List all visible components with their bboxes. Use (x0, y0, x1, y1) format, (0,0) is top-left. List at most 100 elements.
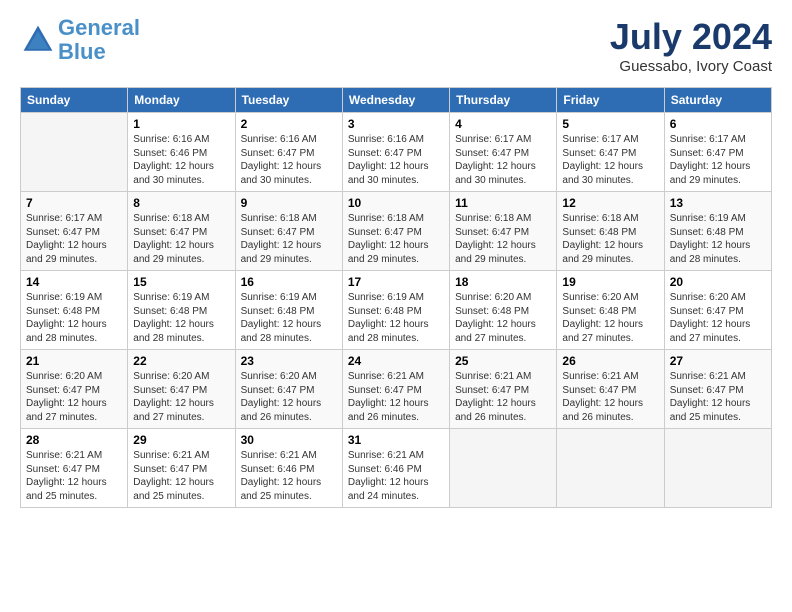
day-number: 2 (241, 117, 337, 131)
calendar-cell: 20Sunrise: 6:20 AM Sunset: 6:47 PM Dayli… (664, 271, 771, 350)
calendar-cell: 17 Sunrise: 6:19 AM Sunset: 6:48 PM Dayli… (342, 271, 449, 350)
day-number: 15 (133, 275, 229, 289)
day-info: Sunrise: 6:19 AM Sunset: 6:48 PM Dayligh… (670, 212, 766, 266)
day-number: 17 (348, 275, 444, 289)
day-number: 14 (26, 275, 122, 289)
day-info: Sunrise: 6:19 AM Sunset: 6:48 PM Dayligh… (26, 291, 122, 345)
calendar-cell (450, 429, 557, 508)
day-number: 18 (455, 275, 551, 289)
day-info: Sunrise: 6:16 AM Sunset: 6:47 PM Dayligh… (241, 133, 337, 187)
calendar-week-5: 28 Sunrise: 6:21 AM Sunset: 6:47 PM Dayli… (21, 429, 772, 508)
weekday-header-sunday: Sunday (21, 88, 128, 113)
calendar-cell: 22 Sunrise: 6:20 AM Sunset: 6:47 PM Dayli… (128, 350, 235, 429)
calendar-cell: 1 Sunrise: 6:16 AM Sunset: 6:46 PM Daylig… (128, 113, 235, 192)
calendar-cell: 13 Sunrise: 6:19 AM Sunset: 6:48 PM Dayli… (664, 192, 771, 271)
calendar-cell: 8Sunrise: 6:18 AM Sunset: 6:47 PM Daylig… (128, 192, 235, 271)
day-number: 31 (348, 433, 444, 447)
day-number: 3 (348, 117, 444, 131)
day-info: Sunrise: 6:20 AM Sunset: 6:47 PM Dayligh… (133, 370, 229, 424)
day-info: Sunrise: 6:21 AM Sunset: 6:47 PM Dayligh… (348, 370, 444, 424)
day-number: 16 (241, 275, 337, 289)
day-info: Sunrise: 6:21 AM Sunset: 6:47 PM Dayligh… (26, 449, 122, 503)
calendar-cell: 19 Sunrise: 6:20 AM Sunset: 6:48 PM Dayli… (557, 271, 664, 350)
calendar-cell: 21Sunrise: 6:20 AM Sunset: 6:47 PM Dayli… (21, 350, 128, 429)
calendar-cell: 29 Sunrise: 6:21 AM Sunset: 6:47 PM Dayli… (128, 429, 235, 508)
weekday-header-monday: Monday (128, 88, 235, 113)
day-number: 25 (455, 354, 551, 368)
calendar-cell: 23Sunrise: 6:20 AM Sunset: 6:47 PM Dayli… (235, 350, 342, 429)
calendar-week-3: 14 Sunrise: 6:19 AM Sunset: 6:48 PM Dayli… (21, 271, 772, 350)
calendar-cell: 31 Sunrise: 6:21 AM Sunset: 6:46 PM Dayli… (342, 429, 449, 508)
weekday-header-thursday: Thursday (450, 88, 557, 113)
calendar-week-1: 1 Sunrise: 6:16 AM Sunset: 6:46 PM Daylig… (21, 113, 772, 192)
calendar-cell: 26 Sunrise: 6:21 AM Sunset: 6:47 PM Dayli… (557, 350, 664, 429)
day-info: Sunrise: 6:21 AM Sunset: 6:47 PM Dayligh… (670, 370, 766, 424)
weekday-header-wednesday: Wednesday (342, 88, 449, 113)
location: Guessabo, Ivory Coast (610, 58, 772, 75)
calendar-week-4: 21Sunrise: 6:20 AM Sunset: 6:47 PM Dayli… (21, 350, 772, 429)
day-number: 8 (133, 196, 229, 210)
calendar-cell: 16 Sunrise: 6:19 AM Sunset: 6:48 PM Dayli… (235, 271, 342, 350)
day-number: 7 (26, 196, 122, 210)
calendar-cell: 25 Sunrise: 6:21 AM Sunset: 6:47 PM Dayli… (450, 350, 557, 429)
day-info: Sunrise: 6:20 AM Sunset: 6:48 PM Dayligh… (562, 291, 658, 345)
weekday-header-row: SundayMondayTuesdayWednesdayThursdayFrid… (21, 88, 772, 113)
day-info: Sunrise: 6:20 AM Sunset: 6:47 PM Dayligh… (26, 370, 122, 424)
day-info: Sunrise: 6:20 AM Sunset: 6:47 PM Dayligh… (241, 370, 337, 424)
day-number: 28 (26, 433, 122, 447)
weekday-header-friday: Friday (557, 88, 664, 113)
day-info: Sunrise: 6:18 AM Sunset: 6:47 PM Dayligh… (241, 212, 337, 266)
calendar-table: SundayMondayTuesdayWednesdayThursdayFrid… (20, 87, 772, 508)
calendar-cell: 28 Sunrise: 6:21 AM Sunset: 6:47 PM Dayli… (21, 429, 128, 508)
day-info: Sunrise: 6:19 AM Sunset: 6:48 PM Dayligh… (241, 291, 337, 345)
day-info: Sunrise: 6:19 AM Sunset: 6:48 PM Dayligh… (348, 291, 444, 345)
day-number: 22 (133, 354, 229, 368)
day-info: Sunrise: 6:17 AM Sunset: 6:47 PM Dayligh… (26, 212, 122, 266)
month-title: July 2024 (610, 16, 772, 58)
calendar-cell: 11 Sunrise: 6:18 AM Sunset: 6:47 PM Dayli… (450, 192, 557, 271)
day-number: 10 (348, 196, 444, 210)
logo-line1: General (58, 15, 140, 40)
day-info: Sunrise: 6:17 AM Sunset: 6:47 PM Dayligh… (455, 133, 551, 187)
logo-icon (20, 22, 56, 58)
calendar-cell: 4Sunrise: 6:17 AM Sunset: 6:47 PM Daylig… (450, 113, 557, 192)
day-info: Sunrise: 6:21 AM Sunset: 6:47 PM Dayligh… (455, 370, 551, 424)
calendar-cell: 9 Sunrise: 6:18 AM Sunset: 6:47 PM Daylig… (235, 192, 342, 271)
day-info: Sunrise: 6:18 AM Sunset: 6:47 PM Dayligh… (455, 212, 551, 266)
day-info: Sunrise: 6:18 AM Sunset: 6:48 PM Dayligh… (562, 212, 658, 266)
day-number: 26 (562, 354, 658, 368)
calendar-cell: 3Sunrise: 6:16 AM Sunset: 6:47 PM Daylig… (342, 113, 449, 192)
day-number: 29 (133, 433, 229, 447)
calendar-cell: 7 Sunrise: 6:17 AM Sunset: 6:47 PM Daylig… (21, 192, 128, 271)
calendar-cell: 15 Sunrise: 6:19 AM Sunset: 6:48 PM Dayli… (128, 271, 235, 350)
day-number: 24 (348, 354, 444, 368)
day-number: 5 (562, 117, 658, 131)
day-number: 11 (455, 196, 551, 210)
calendar-week-2: 7 Sunrise: 6:17 AM Sunset: 6:47 PM Daylig… (21, 192, 772, 271)
day-info: Sunrise: 6:19 AM Sunset: 6:48 PM Dayligh… (133, 291, 229, 345)
day-number: 30 (241, 433, 337, 447)
day-info: Sunrise: 6:21 AM Sunset: 6:47 PM Dayligh… (133, 449, 229, 503)
day-info: Sunrise: 6:20 AM Sunset: 6:48 PM Dayligh… (455, 291, 551, 345)
calendar-cell: 5Sunrise: 6:17 AM Sunset: 6:47 PM Daylig… (557, 113, 664, 192)
calendar-cell: 27Sunrise: 6:21 AM Sunset: 6:47 PM Dayli… (664, 350, 771, 429)
weekday-header-saturday: Saturday (664, 88, 771, 113)
day-number: 1 (133, 117, 229, 131)
logo-text: General Blue (58, 16, 140, 64)
calendar-cell: 6Sunrise: 6:17 AM Sunset: 6:47 PM Daylig… (664, 113, 771, 192)
calendar-cell (664, 429, 771, 508)
day-info: Sunrise: 6:18 AM Sunset: 6:47 PM Dayligh… (348, 212, 444, 266)
day-info: Sunrise: 6:20 AM Sunset: 6:47 PM Dayligh… (670, 291, 766, 345)
calendar-cell: 10 Sunrise: 6:18 AM Sunset: 6:47 PM Dayli… (342, 192, 449, 271)
day-info: Sunrise: 6:21 AM Sunset: 6:46 PM Dayligh… (348, 449, 444, 503)
calendar-cell: 18 Sunrise: 6:20 AM Sunset: 6:48 PM Dayli… (450, 271, 557, 350)
title-block: July 2024 Guessabo, Ivory Coast (610, 16, 772, 75)
calendar-cell: 12Sunrise: 6:18 AM Sunset: 6:48 PM Dayli… (557, 192, 664, 271)
weekday-header-tuesday: Tuesday (235, 88, 342, 113)
header: General Blue July 2024 Guessabo, Ivory C… (20, 16, 772, 75)
day-info: Sunrise: 6:21 AM Sunset: 6:47 PM Dayligh… (562, 370, 658, 424)
day-number: 9 (241, 196, 337, 210)
day-number: 13 (670, 196, 766, 210)
day-info: Sunrise: 6:16 AM Sunset: 6:46 PM Dayligh… (133, 133, 229, 187)
day-number: 19 (562, 275, 658, 289)
